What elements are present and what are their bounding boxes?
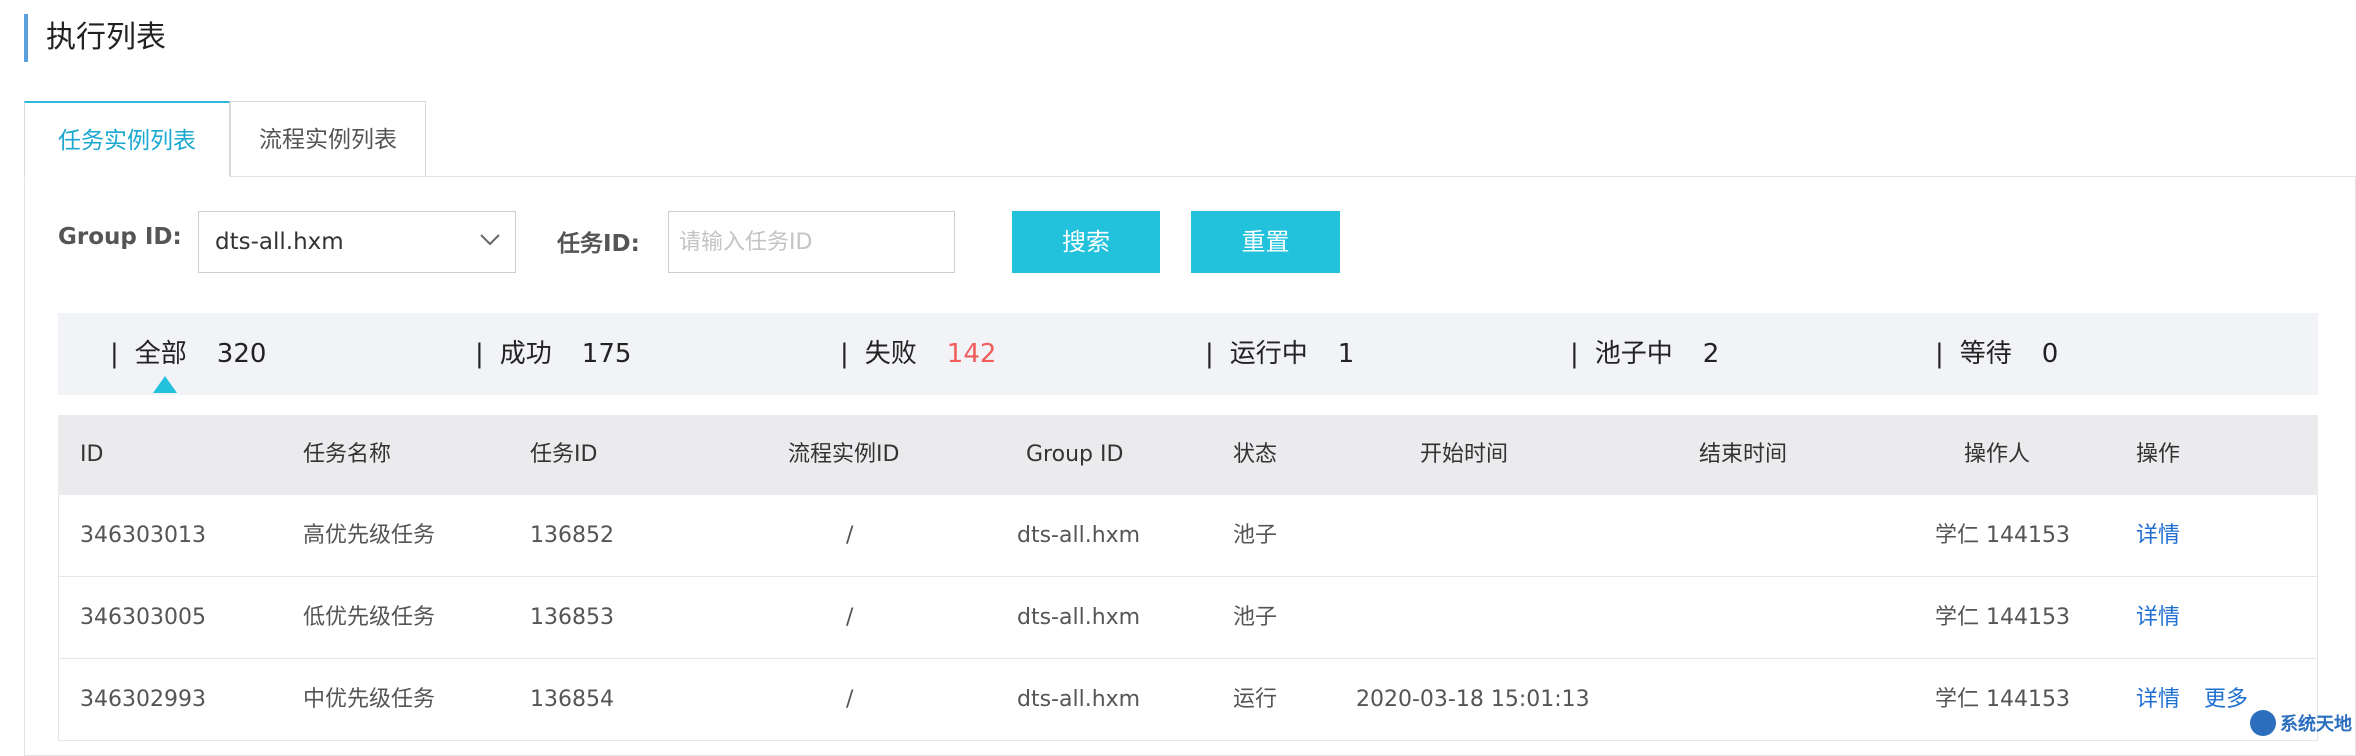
watermark: 系统天地 <box>2250 710 2352 736</box>
cell-flow-id: / <box>846 605 854 630</box>
cell-status: 池子 <box>1233 523 1278 548</box>
details-link[interactable]: 详情 <box>2136 495 2180 577</box>
column-header: 结束时间 <box>1699 442 1788 467</box>
reset-button[interactable]: 重置 <box>1191 211 1340 273</box>
status-summary-bar: | 全部 320 | 成功 175 | 失败 142 | 运行中 1 | 池子中 2 | 等待 0 <box>58 313 2318 395</box>
cell-operator: 学仁 144153 <box>1935 687 2070 712</box>
selected-indicator-arrow-icon <box>153 376 177 393</box>
chevron-down-icon <box>480 234 500 246</box>
stat-label: 等待 <box>1959 339 2012 369</box>
stat-success[interactable]: | 成功 175 <box>475 313 631 395</box>
cell-task-name: 低优先级任务 <box>303 605 436 630</box>
stat-count: 1 <box>1337 339 1355 369</box>
stat-count: 175 <box>581 339 632 369</box>
stat-divider: | <box>1570 339 1579 369</box>
cell-start-time: 2020-03-18 15:01:13 <box>1356 687 1590 712</box>
cell-group-id: dts-all.hxm <box>1017 687 1141 712</box>
cell-operator: 学仁 144153 <box>1935 523 2070 548</box>
stat-label: 全部 <box>134 339 187 369</box>
stat-label: 成功 <box>499 339 552 369</box>
cell-group-id: dts-all.hxm <box>1017 605 1141 630</box>
column-header: 状态 <box>1233 442 1278 467</box>
search-button[interactable]: 搜索 <box>1012 211 1160 273</box>
tab-flow-instances[interactable]: 流程实例列表 <box>230 101 426 177</box>
table-row: 346303005 低优先级任务 136853 / dts-all.hxm 池子… <box>58 577 2318 659</box>
table-header: ID 任务名称 任务ID 流程实例ID Group ID 状态 开始时间 结束时… <box>58 415 2318 495</box>
cell-task-id: 136854 <box>530 687 614 712</box>
table-row: 346302993 中优先级任务 136854 / dts-all.hxm 运行… <box>58 659 2318 741</box>
stat-count: 0 <box>2041 339 2059 369</box>
cell-id: 346303005 <box>80 605 206 630</box>
cell-flow-id: / <box>846 523 854 548</box>
stat-count: 142 <box>946 339 997 369</box>
stat-divider: | <box>1205 339 1214 369</box>
stat-label: 池子中 <box>1594 339 1673 369</box>
column-header: Group ID <box>1026 442 1124 467</box>
stat-count: 320 <box>216 339 267 369</box>
group-id-value: dts-all.hxm <box>215 229 344 255</box>
group-id-select[interactable]: dts-all.hxm <box>198 211 516 273</box>
details-link[interactable]: 详情 <box>2136 577 2180 659</box>
stat-in-pool[interactable]: | 池子中 2 <box>1570 313 1719 395</box>
details-link[interactable]: 详情 <box>2136 659 2180 741</box>
stat-running[interactable]: | 运行中 1 <box>1205 313 1354 395</box>
stat-all[interactable]: | 全部 320 <box>110 313 266 395</box>
more-link[interactable]: 更多 <box>2204 659 2248 741</box>
stat-divider: | <box>840 339 849 369</box>
group-id-label: Group ID: <box>58 224 182 250</box>
column-header: 任务名称 <box>303 442 392 467</box>
cell-task-id: 136853 <box>530 605 614 630</box>
column-header: 操作人 <box>1964 442 2031 467</box>
stat-divider: | <box>110 339 119 369</box>
cell-task-name: 高优先级任务 <box>303 523 436 548</box>
watermark-text: 系统天地 <box>2280 714 2352 735</box>
table-row: 346303013 高优先级任务 136852 / dts-all.hxm 池子… <box>58 495 2318 577</box>
task-id-input[interactable] <box>668 211 955 273</box>
page-title: 执行列表 <box>24 14 166 62</box>
stat-label: 失败 <box>864 339 917 369</box>
cell-task-name: 中优先级任务 <box>303 687 436 712</box>
column-header: 流程实例ID <box>788 442 900 467</box>
column-header: ID <box>80 442 104 467</box>
cell-group-id: dts-all.hxm <box>1017 523 1141 548</box>
cell-id: 346302993 <box>80 687 206 712</box>
tab-task-instances[interactable]: 任务实例列表 <box>24 101 230 177</box>
cell-flow-id: / <box>846 687 854 712</box>
stat-divider: | <box>1935 339 1944 369</box>
stat-count: 2 <box>1702 339 1720 369</box>
cell-status: 运行 <box>1233 687 1278 712</box>
column-header: 开始时间 <box>1420 442 1509 467</box>
stat-waiting[interactable]: | 等待 0 <box>1935 313 2058 395</box>
column-header: 操作 <box>2136 442 2181 467</box>
column-header: 任务ID <box>530 442 598 467</box>
cell-task-id: 136852 <box>530 523 614 548</box>
stat-divider: | <box>475 339 484 369</box>
stat-label: 运行中 <box>1229 339 1308 369</box>
task-id-label: 任务ID: <box>557 231 640 257</box>
cell-id: 346303013 <box>80 523 206 548</box>
cell-operator: 学仁 144153 <box>1935 605 2070 630</box>
cell-status: 池子 <box>1233 605 1278 630</box>
watermark-logo-icon <box>2250 710 2276 736</box>
stat-failed[interactable]: | 失败 142 <box>840 313 996 395</box>
